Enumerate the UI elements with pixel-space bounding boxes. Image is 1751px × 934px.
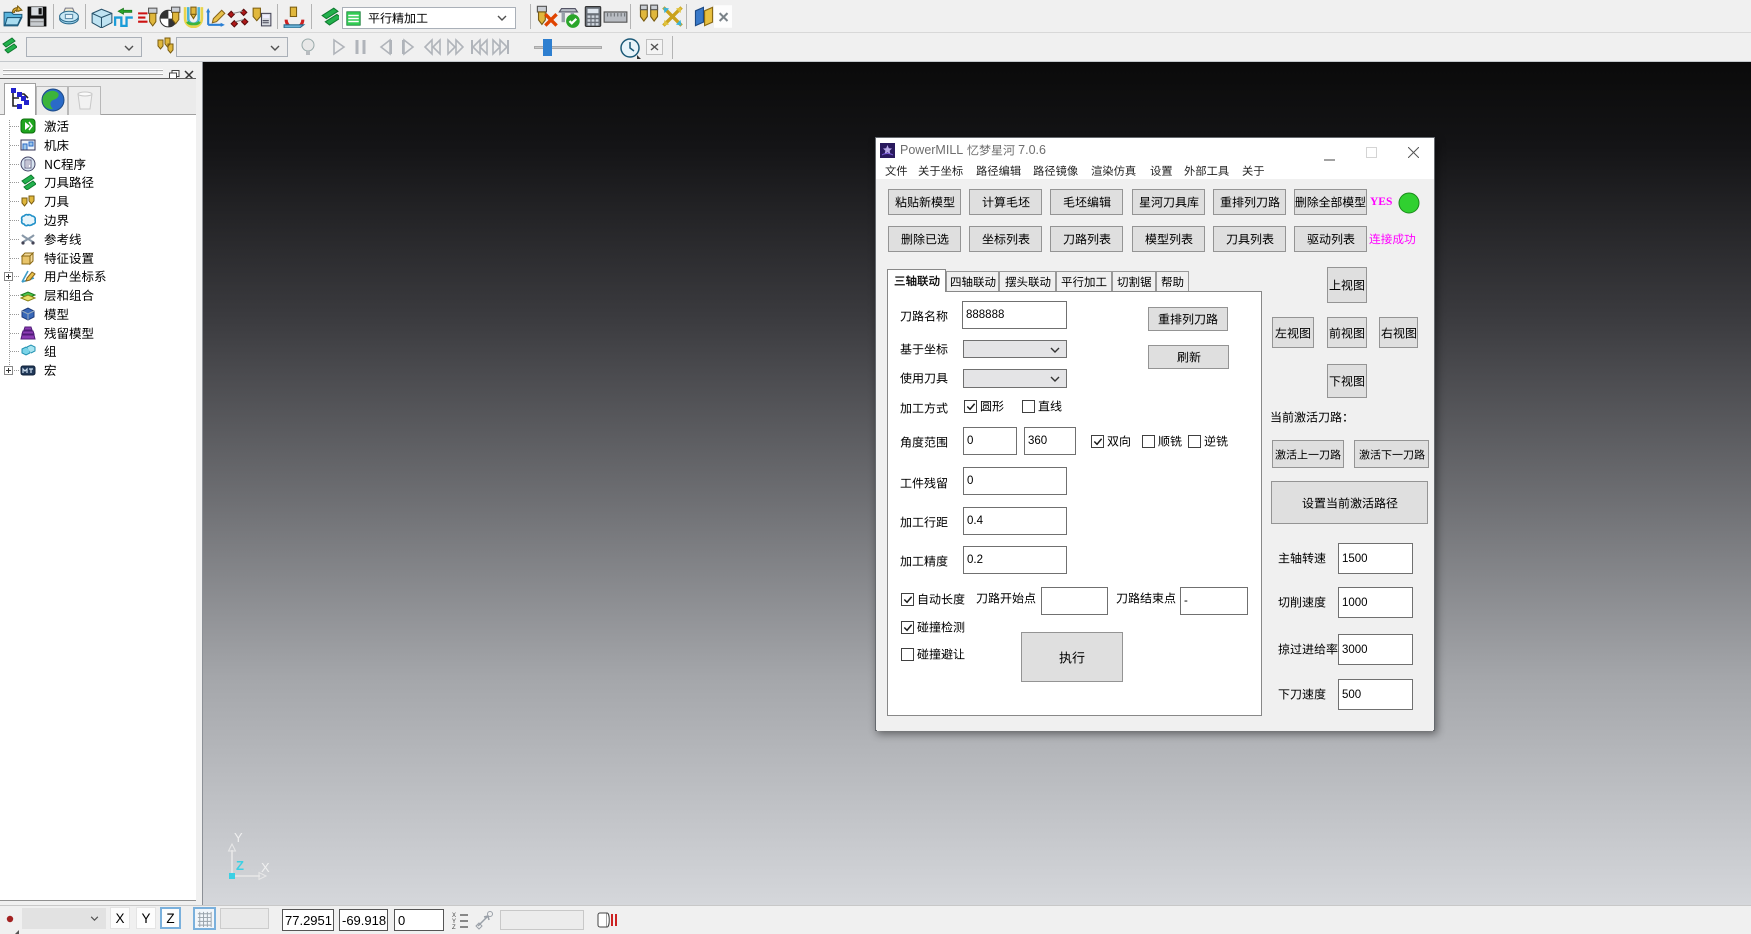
svg-text:X: X bbox=[261, 860, 270, 875]
svg-text:Z: Z bbox=[236, 858, 244, 873]
svg-text:Y: Y bbox=[234, 830, 243, 845]
svg-text:Z: Z bbox=[452, 925, 456, 929]
